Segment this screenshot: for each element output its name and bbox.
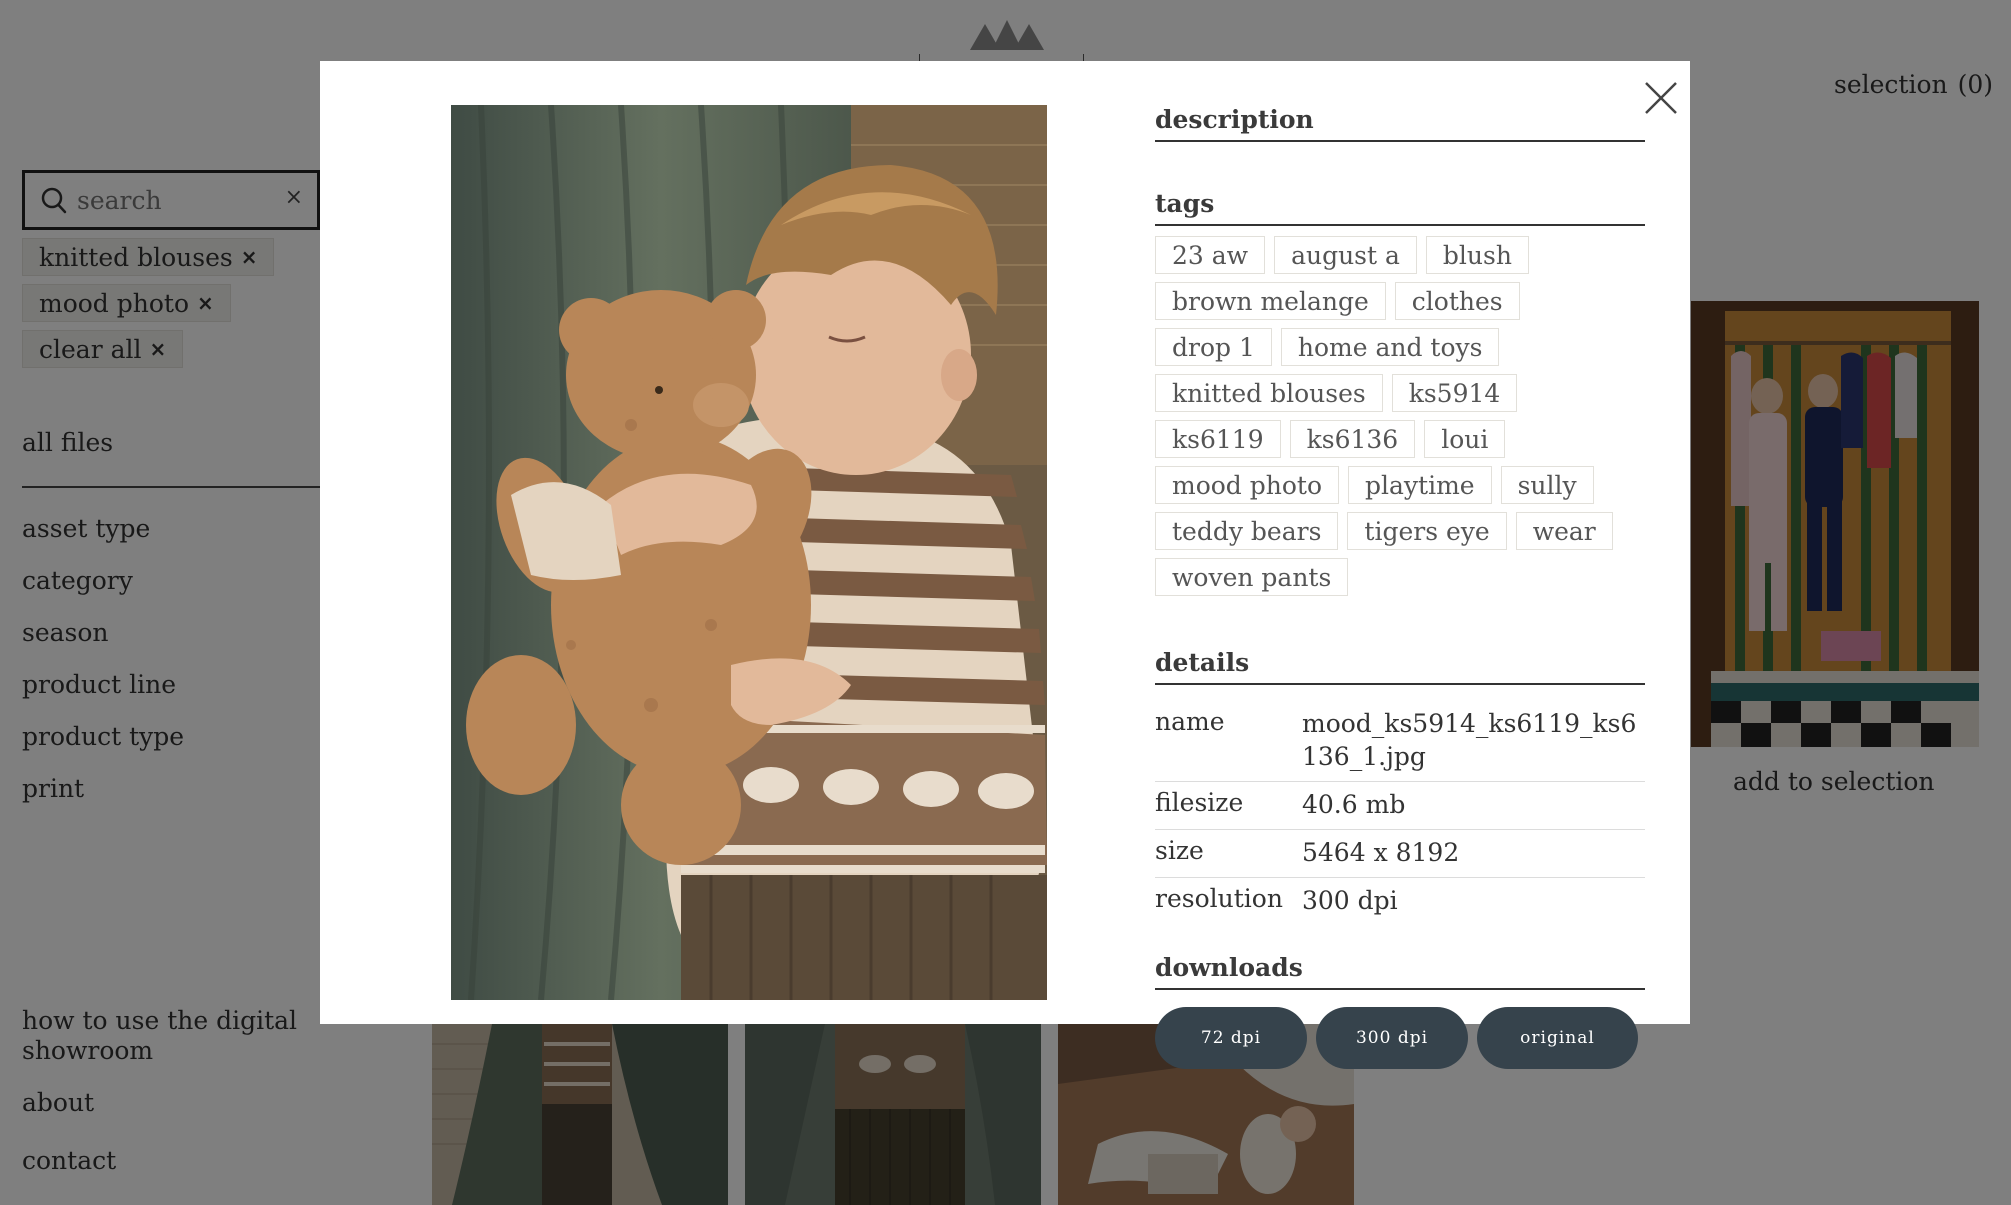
detail-key: resolution — [1155, 884, 1283, 913]
file-name-value: mood_ks5914_ks6119_ks6136_1.jpg — [1302, 709, 1637, 771]
tag-chip[interactable]: drop 1 — [1155, 328, 1272, 366]
details-heading: details — [1155, 648, 1645, 685]
detail-row: resolution 300 dpi — [1155, 878, 1645, 925]
detail-row: size 5464 x 8192 — [1155, 830, 1645, 878]
asset-preview — [451, 105, 1047, 1000]
tag-list: 23 aw august a blush brown melange cloth… — [1155, 236, 1645, 596]
tag-chip[interactable]: tigers eye — [1347, 512, 1507, 550]
tag-chip[interactable]: 23 aw — [1155, 236, 1266, 274]
tag-chip[interactable]: loui — [1424, 420, 1506, 458]
detail-row: filesize 40.6 mb — [1155, 782, 1645, 830]
tag-chip[interactable]: ks5914 — [1391, 374, 1518, 412]
detail-key: size — [1155, 836, 1204, 865]
details-table: name mood_ks5914_ks6119_ks6136_1.jpg fil… — [1155, 685, 1645, 925]
tag-chip[interactable]: knitted blouses — [1155, 374, 1383, 412]
tag-chip[interactable]: wear — [1515, 512, 1613, 550]
tag-chip[interactable]: august a — [1274, 236, 1417, 274]
detail-key: filesize — [1155, 788, 1244, 817]
tag-chip[interactable]: clothes — [1394, 282, 1520, 320]
tag-chip[interactable]: ks6136 — [1289, 420, 1416, 458]
download-72dpi-button[interactable]: 72 dpi — [1155, 1007, 1307, 1069]
download-original-button[interactable]: original — [1477, 1007, 1638, 1069]
tag-chip[interactable]: playtime — [1348, 466, 1492, 504]
tag-chip[interactable]: blush — [1425, 236, 1529, 274]
resolution-value: 300 dpi — [1302, 886, 1398, 915]
close-icon[interactable] — [1643, 80, 1679, 116]
download-buttons: 72 dpi 300 dpi original — [1155, 1007, 1645, 1069]
tag-chip[interactable]: teddy bears — [1155, 512, 1339, 550]
tag-chip[interactable]: woven pants — [1155, 558, 1349, 596]
asset-info-panel: description tags 23 aw august a blush br… — [1155, 105, 1645, 1069]
detail-row: name mood_ks5914_ks6119_ks6136_1.jpg — [1155, 685, 1645, 782]
asset-detail-modal: description tags 23 aw august a blush br… — [320, 61, 1690, 1069]
size-value: 5464 x 8192 — [1302, 838, 1460, 867]
filesize-value: 40.6 mb — [1302, 790, 1406, 819]
tag-chip[interactable]: mood photo — [1155, 466, 1340, 504]
tag-chip[interactable]: ks6119 — [1155, 420, 1281, 458]
detail-key: name — [1155, 707, 1225, 736]
boy-with-teddy-bear-photo — [451, 105, 1047, 1000]
tag-chip[interactable]: brown melange — [1155, 282, 1386, 320]
tag-chip[interactable]: home and toys — [1280, 328, 1500, 366]
download-300dpi-button[interactable]: 300 dpi — [1316, 1007, 1468, 1069]
description-heading: description — [1155, 105, 1645, 142]
tags-heading: tags — [1155, 189, 1645, 226]
downloads-heading: downloads — [1155, 953, 1645, 990]
tag-chip[interactable]: sully — [1500, 466, 1594, 504]
